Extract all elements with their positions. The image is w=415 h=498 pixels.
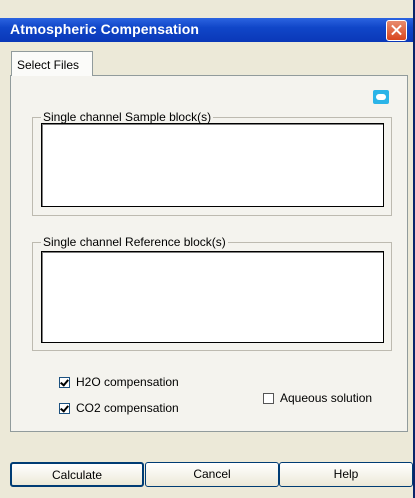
close-icon[interactable]	[386, 20, 407, 41]
window-title: Atmospheric Compensation	[10, 21, 200, 37]
co2-compensation-option[interactable]: CO2 compensation	[59, 401, 179, 415]
h2o-label: H2O compensation	[76, 375, 179, 389]
tab-label: Select Files	[17, 58, 80, 72]
help-button[interactable]: Help	[279, 462, 413, 487]
sample-listbox[interactable]	[41, 123, 384, 207]
h2o-checkbox[interactable]	[59, 376, 70, 388]
co2-checkbox[interactable]	[59, 402, 70, 414]
cloud-icon[interactable]	[373, 90, 389, 104]
co2-label: CO2 compensation	[76, 401, 179, 415]
sample-group-label: Single channel Sample block(s)	[41, 110, 214, 124]
calculate-button[interactable]: Calculate	[10, 462, 144, 487]
title-bar[interactable]: Atmospheric Compensation	[0, 18, 413, 42]
dialog-window: Atmospheric Compensation Select Files Si…	[0, 0, 415, 498]
reference-listbox[interactable]	[41, 251, 384, 343]
cancel-button[interactable]: Cancel	[145, 462, 279, 487]
aqueous-label: Aqueous solution	[280, 391, 373, 405]
aqueous-solution-option[interactable]: Aqueous solution	[263, 391, 372, 405]
aqueous-checkbox[interactable]	[263, 392, 274, 404]
h2o-compensation-option[interactable]: H2O compensation	[59, 375, 179, 389]
tab-select-files[interactable]: Select Files	[11, 51, 93, 76]
reference-group-label: Single channel Reference block(s)	[41, 235, 228, 249]
